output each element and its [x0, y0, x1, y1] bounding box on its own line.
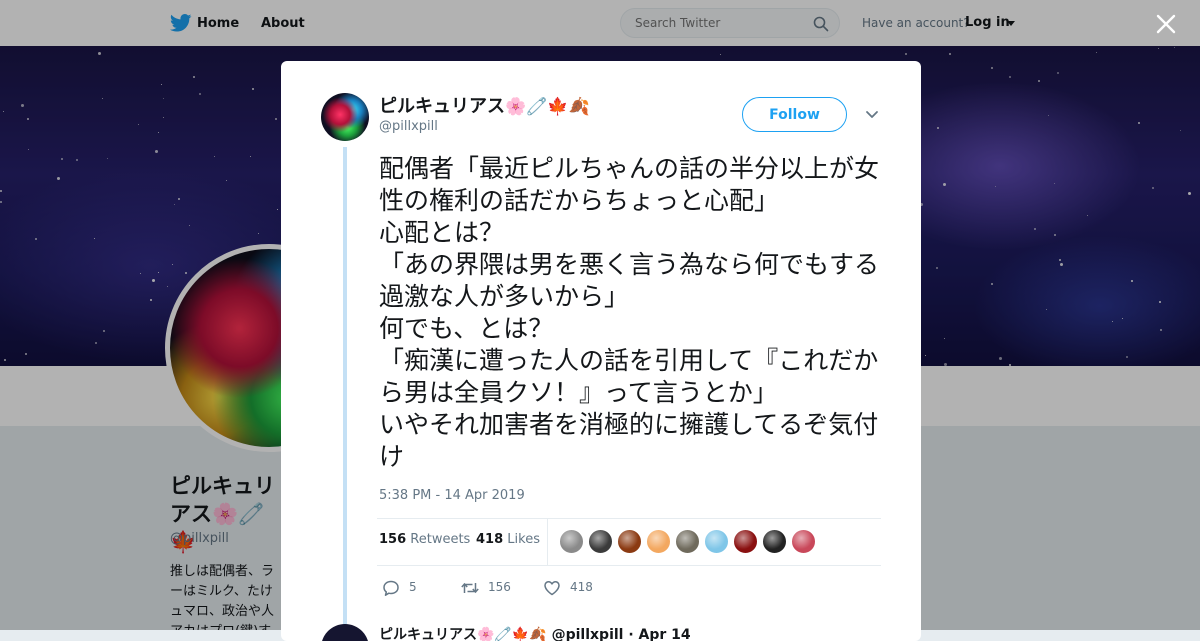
tweet-permalink-modal: ピルキュリアス🌸🧷🍁🍂 @pillxpill Follow 配偶者「最近ピルちゃ…	[281, 61, 921, 641]
author-avatar[interactable]	[321, 93, 369, 141]
thread-connector-line	[343, 147, 347, 627]
reply-count: 5	[409, 580, 417, 594]
retweet-action-count: 156	[488, 580, 511, 594]
author-emoji: 🌸🧷🍁🍂	[505, 97, 590, 117]
author-name-text: ピルキュリアス	[379, 96, 505, 117]
heart-icon	[544, 581, 560, 596]
tweet-timestamp[interactable]: 5:38 PM - 14 Apr 2019	[379, 488, 525, 503]
likes-stat[interactable]: 418 Likes	[476, 532, 540, 547]
author-handle[interactable]: @pillxpill	[379, 119, 438, 134]
liker-avatar[interactable]	[762, 529, 787, 554]
tweet-text: 配偶者「最近ピルちゃんの話の半分以上が女性の権利の話だからちょっと心配」 心配と…	[379, 154, 880, 471]
reply-icon	[383, 580, 399, 596]
liker-avatar[interactable]	[704, 529, 729, 554]
follow-button[interactable]: Follow	[742, 97, 847, 132]
retweets-count: 156	[379, 532, 407, 547]
like-action-count: 418	[570, 580, 593, 594]
likes-count: 418	[476, 532, 504, 547]
liker-avatar[interactable]	[791, 529, 816, 554]
liker-avatar[interactable]	[588, 529, 613, 554]
retweet-icon	[461, 582, 479, 594]
close-icon[interactable]	[1156, 14, 1176, 34]
chevron-down-icon[interactable]	[865, 110, 879, 120]
retweets-stat[interactable]: 156 Retweets	[379, 532, 470, 547]
stats-separator	[547, 518, 548, 566]
retweets-label: Retweets	[410, 532, 471, 547]
next-tweet-avatar[interactable]	[321, 624, 369, 641]
liker-avatar[interactable]	[733, 529, 758, 554]
stats-divider-top	[377, 518, 881, 519]
liker-avatar[interactable]	[617, 529, 642, 554]
likes-label: Likes	[507, 532, 540, 547]
next-tweet-header[interactable]: ピルキュリアス🌸🧷🍁🍂 @pillxpill · Apr 14	[379, 624, 691, 641]
stats-divider-bottom	[377, 565, 881, 566]
liker-avatar[interactable]	[675, 529, 700, 554]
liker-avatar[interactable]	[646, 529, 671, 554]
author-name[interactable]: ピルキュリアス🌸🧷🍁🍂	[379, 92, 590, 118]
liker-avatar[interactable]	[559, 529, 584, 554]
